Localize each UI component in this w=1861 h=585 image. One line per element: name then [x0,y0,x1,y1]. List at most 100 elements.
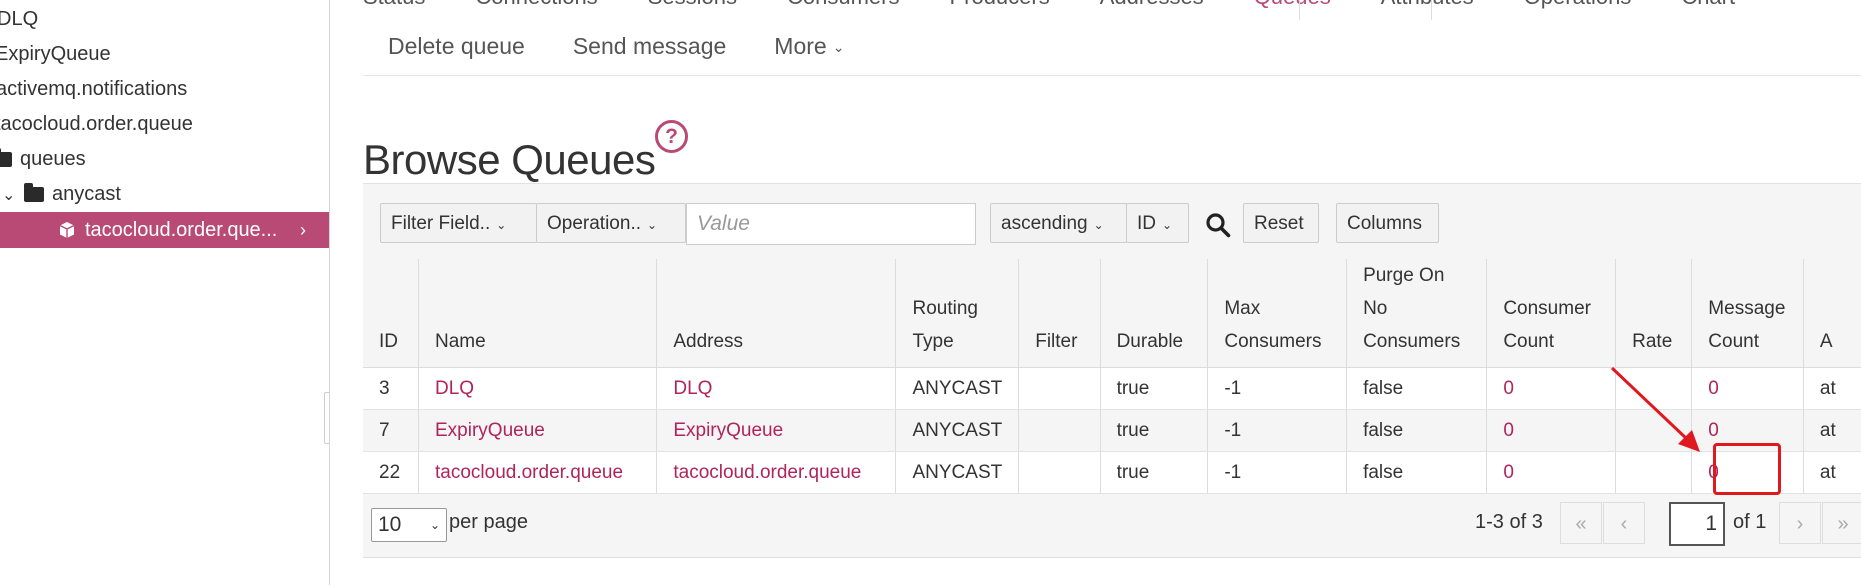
chevron-right-icon: › [300,220,306,240]
annotation-highlight-box [1713,443,1781,495]
cell-max-consumers: -1 [1207,367,1347,410]
column-header-purge-on-no-consumers[interactable]: Purge On No Consumers [1346,259,1487,368]
sidebar-resize-handle[interactable] [324,392,329,444]
tab-connections[interactable]: Connections [475,0,597,12]
column-header-filter[interactable]: Filter [1018,259,1101,368]
operation-dropdown[interactable]: Operation.. ⌄ [536,203,686,243]
cell-routing-type: ANYCAST [895,409,1019,452]
cell-address: ExpiryQueue [656,409,896,452]
column-header-rate[interactable]: Rate [1615,259,1692,368]
cell-id: 7 [363,409,419,452]
folder-icon [0,148,12,168]
nav-divider [1431,0,1432,20]
chevron-down-icon: ⌄ [832,39,845,56]
queue-name-link[interactable]: DLQ [435,378,474,399]
main-content: Status Connections Sessions Consumers Produc… [363,0,1861,585]
table-header-row: ID Name Address Routing Type Filter Dura… [363,259,1861,368]
column-header-id[interactable]: ID [363,259,419,368]
address-link[interactable]: ExpiryQueue [673,420,783,441]
tree-item-expiryqueue[interactable]: ExpiryQueue [0,37,111,72]
sort-order-dropdown[interactable]: ascending ⌄ [990,203,1127,243]
address-link[interactable]: tacocloud.order.queue [673,462,861,483]
chevron-down-icon: ⌄ [647,218,658,232]
consumer-count-link[interactable]: 0 [1503,378,1514,399]
tab-addresses[interactable]: Addresses [1100,0,1204,12]
tree-item-dlq[interactable]: DLQ [0,2,38,37]
last-page-button[interactable]: » [1822,502,1861,544]
tree-item-activemq-notifications[interactable]: activemq.notifications [0,72,187,107]
cell-address: DLQ [656,367,896,410]
chevron-down-icon: ⌄ [1162,218,1173,232]
chevron-down-icon: ⌄ [496,218,507,232]
chevron-down-icon: ⌄ [1093,218,1104,232]
address-link[interactable]: DLQ [673,378,712,399]
cell-purge: false [1346,409,1487,452]
cell-address: tacocloud.order.queue [656,451,896,494]
consumer-count-link[interactable]: 0 [1503,420,1514,441]
filter-field-label: Filter Field.. [391,213,491,234]
search-icon[interactable] [1205,212,1231,238]
cube-icon [59,222,75,238]
filter-value-input[interactable]: Value [686,203,976,245]
queue-name-link[interactable]: ExpiryQueue [435,420,545,441]
sort-field-dropdown[interactable]: ID ⌄ [1126,203,1189,243]
cell-name: tacocloud.order.queue [417,451,657,494]
cell-max-consumers: -1 [1207,409,1347,452]
tree-item-label: tacocloud.order.que... [85,219,278,241]
page-number-input[interactable]: 1 [1669,502,1725,546]
sort-field-label: ID [1137,213,1156,234]
tree-item-label: anycast [52,183,121,205]
tab-status[interactable]: Status [363,0,425,12]
column-header-name[interactable]: Name [417,259,657,368]
help-icon[interactable]: ? [655,120,688,153]
tab-sessions[interactable]: Sessions [648,0,737,12]
tab-attributes[interactable]: Attributes [1381,0,1474,12]
tree-folder-queues[interactable]: queues [0,142,86,177]
cell-filter [1018,367,1101,410]
delete-queue-link[interactable]: Delete queue [388,33,525,60]
filter-field-dropdown[interactable]: Filter Field.. ⌄ [380,203,537,243]
cell-filter [1018,409,1101,452]
cell-more: at [1802,451,1861,494]
column-header-consumer-count[interactable]: Consumer Count [1486,259,1616,368]
chevron-down-icon: ⌄ [429,518,440,532]
column-header-more[interactable]: A [1802,259,1861,368]
nav-tabs: Status Connections Sessions Consumers Produc… [363,0,1785,12]
page-title: Browse Queues [363,136,656,184]
tab-chart[interactable]: Chart [1681,0,1735,12]
per-page-label: per page [449,511,528,533]
column-header-durable[interactable]: Durable [1099,259,1208,368]
per-page-select[interactable]: 10 ⌄ [371,508,447,542]
chevron-down-icon[interactable]: ⌄ [2,178,15,213]
cell-durable: true [1099,409,1208,452]
cell-routing-type: ANYCAST [895,451,1019,494]
cell-purge: false [1346,451,1487,494]
more-dropdown[interactable]: More ⌄ [774,33,844,60]
next-page-button[interactable]: › [1779,502,1821,544]
tree-item-tacocloud-order-queue[interactable]: tacocloud.order.queue [0,107,193,142]
tab-queues[interactable]: Queues [1254,0,1331,12]
column-header-message-count[interactable]: Message Count [1691,259,1804,368]
tab-operations[interactable]: Operations [1524,0,1632,12]
tree-folder-anycast[interactable]: ⌄ anycast [2,177,121,212]
columns-button[interactable]: Columns [1336,203,1439,243]
send-message-link[interactable]: Send message [573,33,726,60]
column-header-address[interactable]: Address [656,259,896,368]
previous-page-button[interactable]: ‹ [1603,502,1645,544]
cell-consumer-count: 0 [1486,409,1616,452]
first-page-button[interactable]: « [1560,502,1602,544]
cell-durable: true [1099,367,1208,410]
column-header-max-consumers[interactable]: Max Consumers [1207,259,1347,368]
reset-button[interactable]: Reset [1243,203,1319,243]
sub-navigation: Delete queue Send message More ⌄ [388,33,892,60]
tab-consumers[interactable]: Consumers [787,0,899,12]
column-header-routing-type[interactable]: Routing Type [895,259,1019,368]
consumer-count-link[interactable]: 0 [1503,462,1514,483]
queue-name-link[interactable]: tacocloud.order.queue [435,462,623,483]
filter-toolbar: Filter Field.. ⌄ Operation.. ⌄ Value ascen… [363,183,1861,260]
operation-label: Operation.. [547,213,641,234]
tab-producers[interactable]: Producers [949,0,1049,12]
cell-durable: true [1099,451,1208,494]
cell-consumer-count: 0 [1486,451,1616,494]
tree-item-selected-queue[interactable]: tacocloud.order.que... › [0,212,329,248]
